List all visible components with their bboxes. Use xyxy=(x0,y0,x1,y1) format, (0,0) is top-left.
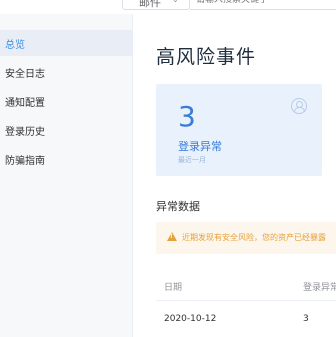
sidebar: 总览 安全日志 通知配置 登录历史 防骗指南 xyxy=(0,14,133,337)
warning-icon xyxy=(167,232,177,241)
sidebar-item-label: 登录历史 xyxy=(5,127,45,138)
sidebar-item-notification-config[interactable]: 通知配置 xyxy=(0,88,133,114)
search-type-value: 邮件 xyxy=(139,0,161,9)
sidebar-item-label: 安全日志 xyxy=(5,69,45,80)
stat-value: 3 xyxy=(178,100,196,133)
sidebar-item-security-log[interactable]: 安全日志 xyxy=(0,59,133,85)
sidebar-item-label: 通知配置 xyxy=(5,98,45,109)
page-title: 高风险事件 xyxy=(156,46,257,68)
sidebar-item-anti-fraud-guide[interactable]: 防骗指南 xyxy=(0,146,133,172)
table-divider xyxy=(156,300,336,301)
user-icon xyxy=(291,98,307,114)
alert-text: 近期发现有安全风险，您的资产已经暴露 xyxy=(182,233,326,242)
table-header-date: 日期 xyxy=(164,283,183,293)
section-title: 异常数据 xyxy=(156,200,200,213)
stat-sub-label: 最近一月 xyxy=(178,156,206,164)
sidebar-item-overview[interactable]: 总览 xyxy=(0,30,133,56)
stat-label: 登录异常 xyxy=(178,140,222,153)
table-header-login-anomaly: 登录异常 xyxy=(303,283,336,293)
warning-alert: 近期发现有安全风险，您的资产已经暴露 xyxy=(156,222,336,254)
search-type-select[interactable]: 邮件 ⌄ xyxy=(122,0,190,10)
sidebar-item-login-history[interactable]: 登录历史 xyxy=(0,117,133,143)
table-cell-count: 3 xyxy=(303,314,309,324)
search-input[interactable] xyxy=(190,0,336,10)
chevron-down-icon: ⌄ xyxy=(172,0,179,4)
stat-card-login-anomaly[interactable]: 3 登录异常 最近一月 xyxy=(156,84,322,176)
sidebar-item-label: 防骗指南 xyxy=(5,156,45,167)
sidebar-item-label: 总览 xyxy=(5,40,25,51)
top-bar: 邮件 ⌄ xyxy=(0,0,336,14)
table-cell-date: 2020-10-12 xyxy=(164,314,217,324)
